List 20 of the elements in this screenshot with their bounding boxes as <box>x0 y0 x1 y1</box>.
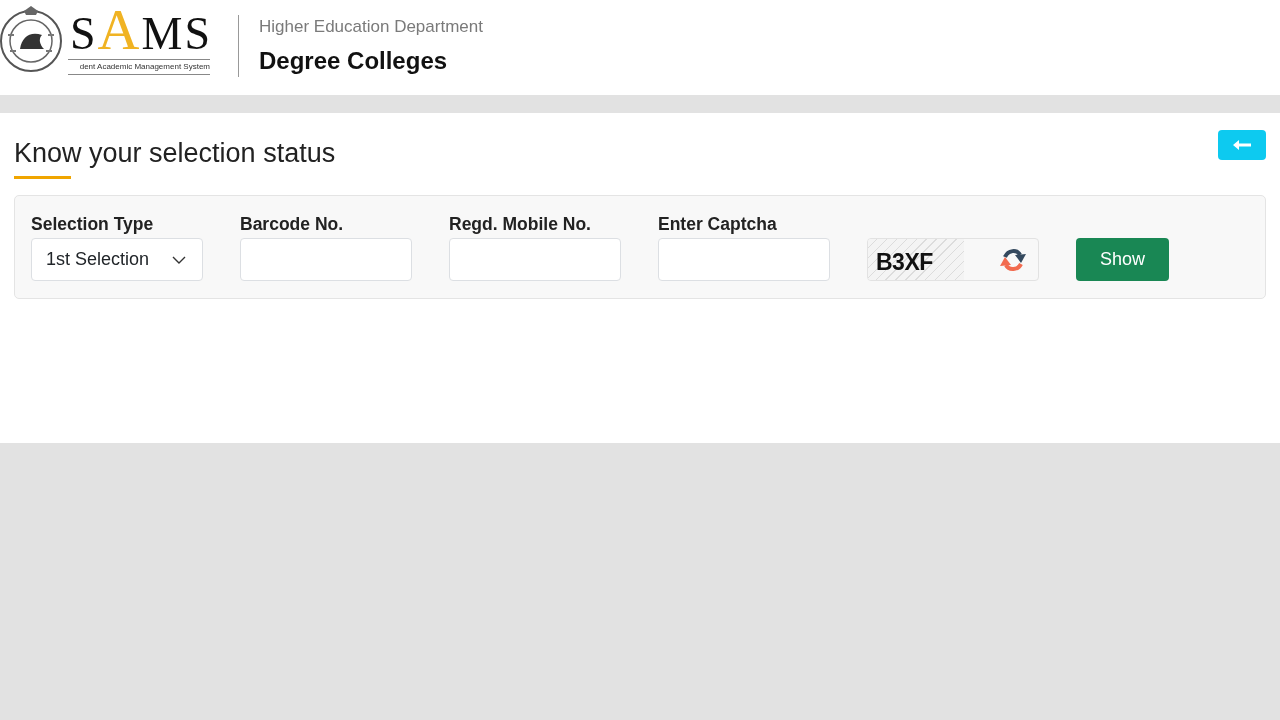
logo-tagline: dent Academic Management System <box>68 59 210 75</box>
input-field[interactable] <box>240 238 412 281</box>
input-field[interactable] <box>658 238 830 281</box>
field-label: Regd. Mobile No. <box>449 214 591 234</box>
refresh-icon[interactable] <box>998 246 1028 273</box>
page-title: Know your selection status <box>14 137 336 170</box>
selection-type-dropdown[interactable]: 1st Selection <box>31 238 203 281</box>
captcha-image: B3XF <box>868 239 964 280</box>
back-button[interactable] <box>1218 130 1266 160</box>
arrow-left-icon <box>1233 140 1251 150</box>
field-label: Barcode No. <box>240 214 344 234</box>
logo-wordmark: SAMS <box>69 4 212 56</box>
portal-name: Degree Colleges <box>259 46 449 76</box>
title-underline <box>14 176 71 179</box>
field-label: Selection Type <box>31 214 154 234</box>
chevron-down-icon <box>172 255 186 264</box>
show-button[interactable]: Show <box>1076 238 1169 281</box>
department-name: Higher Education Department <box>259 16 483 38</box>
input-field[interactable] <box>449 238 621 281</box>
field-label: Enter Captcha <box>658 214 777 234</box>
